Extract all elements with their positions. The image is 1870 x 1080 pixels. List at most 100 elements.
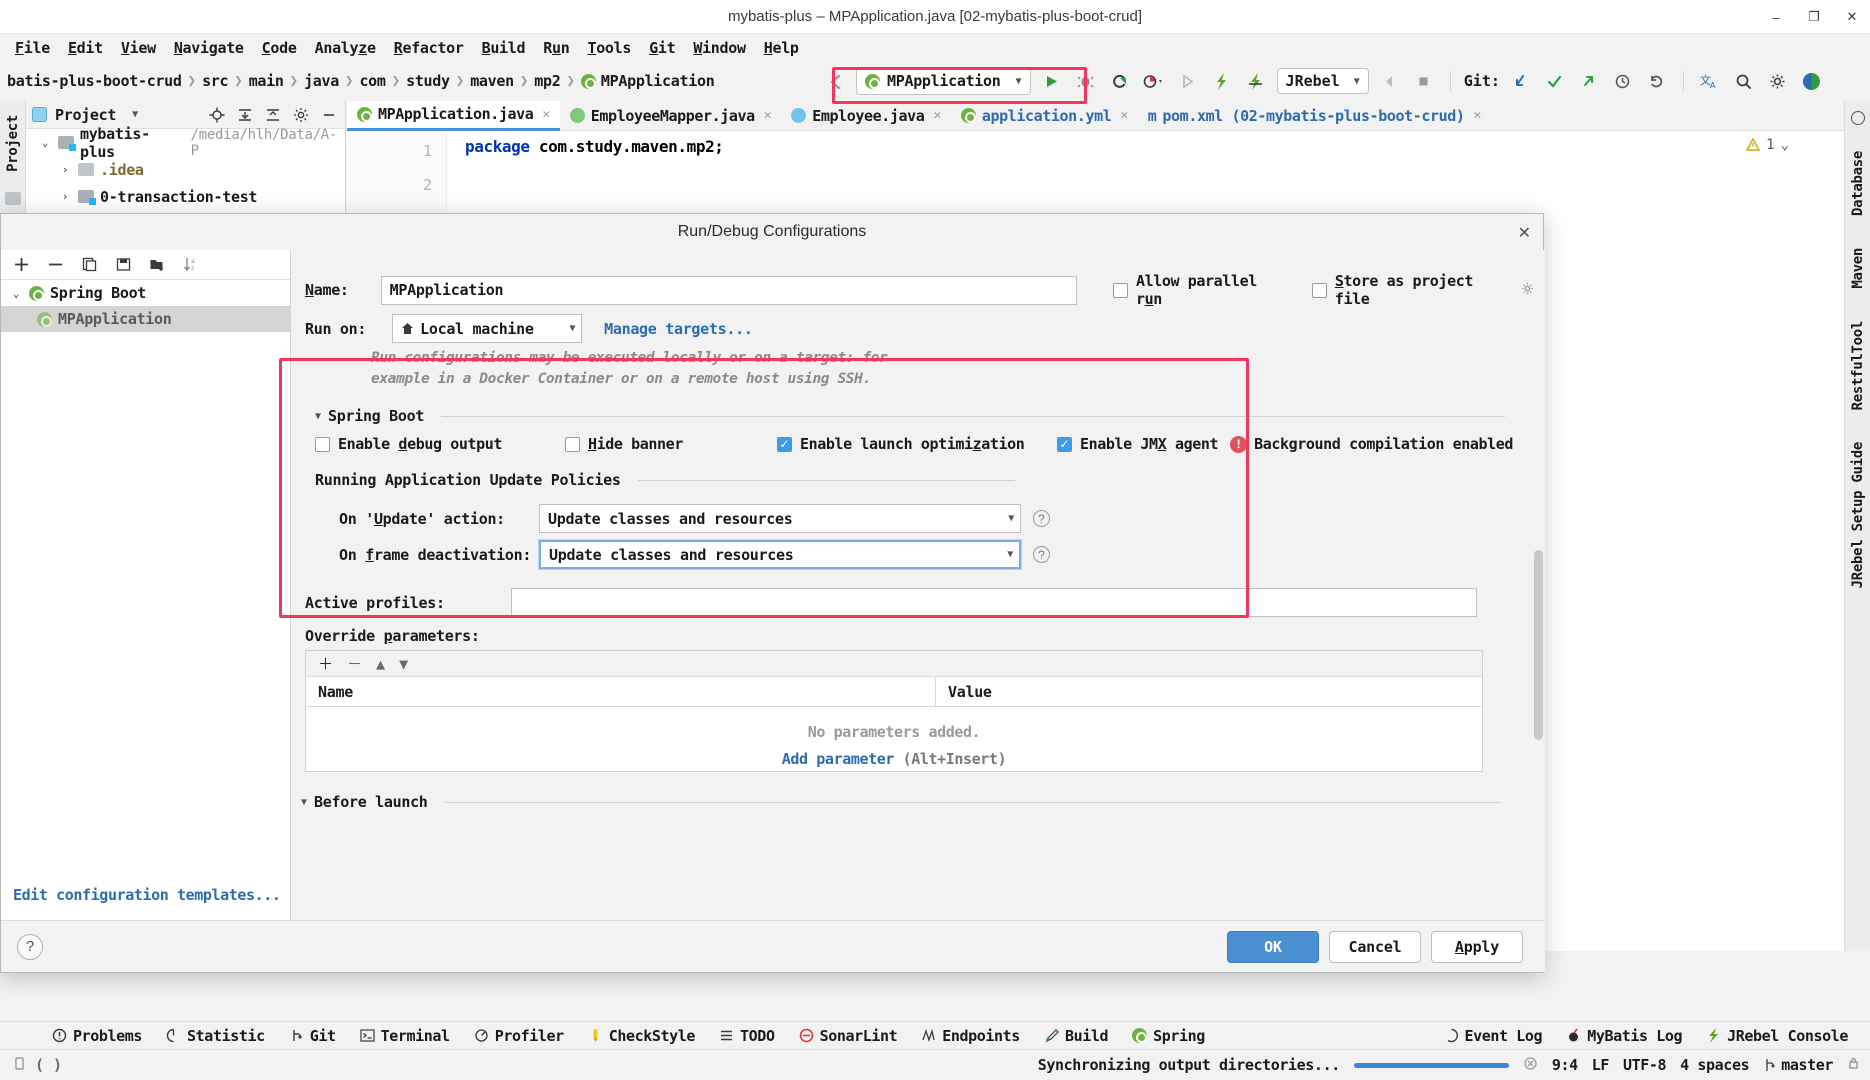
- expand-all-icon[interactable]: [235, 105, 255, 125]
- checkbox-box[interactable]: [565, 436, 580, 452]
- tool-window-spring[interactable]: Spring: [1120, 1027, 1217, 1045]
- ok-button[interactable]: OK: [1227, 930, 1319, 963]
- dialog-close-icon[interactable]: ✕: [1518, 223, 1531, 243]
- project-tree-row-transaction-test[interactable]: › 0-transaction-test: [26, 183, 345, 210]
- editor-tab-pom-xml[interactable]: m pom.xml (02-mybatis-plus-boot-crud) ✕: [1138, 101, 1491, 131]
- tool-window-event-log[interactable]: Event Log: [1432, 1027, 1555, 1045]
- menu-file[interactable]: File: [6, 37, 59, 59]
- git-history-icon[interactable]: [1610, 68, 1636, 94]
- breadcrumb-item-5[interactable]: study: [401, 72, 455, 90]
- tool-window-endpoints[interactable]: Endpoints: [909, 1027, 1032, 1045]
- name-input[interactable]: MPApplication: [380, 275, 1077, 305]
- stripe-item-jrebel-setup-guide[interactable]: JRebel Setup Guide: [1850, 436, 1866, 594]
- search-icon[interactable]: [1731, 68, 1757, 94]
- stripe-item-restfultool[interactable]: RestfulTool: [1850, 315, 1866, 416]
- menu-help[interactable]: Help: [755, 37, 808, 59]
- form-scrollbar-thumb[interactable]: [1534, 550, 1543, 740]
- line-separator[interactable]: LF: [1592, 1056, 1610, 1074]
- on-update-action-combo[interactable]: Update classes and resources ▼: [539, 504, 1021, 533]
- project-tree-row-mybatis-plus[interactable]: ⌄ mybatis-plus /media/hlh/Data/A-P: [26, 125, 345, 161]
- translate-icon[interactable]: 文A: [1697, 68, 1723, 94]
- tool-window-profiler[interactable]: Profiler: [462, 1027, 576, 1045]
- config-tree-spring-boot[interactable]: ⌄ Spring Boot: [1, 280, 290, 306]
- stripe-item-maven[interactable]: Maven: [1850, 242, 1866, 295]
- tool-window-terminal[interactable]: Terminal: [348, 1027, 462, 1045]
- spring-boot-section-header[interactable]: ▼ Spring Boot: [315, 407, 1505, 425]
- updates-icon[interactable]: [1799, 68, 1825, 94]
- menu-git[interactable]: Git: [640, 37, 684, 59]
- tool-window-problems[interactable]: Problems: [40, 1027, 154, 1045]
- breadcrumb-item-8[interactable]: MPApplication: [576, 72, 720, 90]
- editor-tab-employeemapper[interactable]: EmployeeMapper.java ✕: [560, 101, 781, 131]
- save-icon[interactable]: [113, 255, 133, 275]
- breadcrumb-item-0[interactable]: batis-plus-boot-crud: [2, 72, 187, 90]
- close-icon[interactable]: ✕: [1844, 9, 1860, 25]
- tool-window-build[interactable]: Build: [1032, 1027, 1120, 1045]
- checkbox-box[interactable]: [315, 436, 330, 452]
- menu-edit[interactable]: Edit: [59, 37, 112, 59]
- checkbox-box[interactable]: [1057, 436, 1072, 452]
- add-parameter-link[interactable]: Add parameter: [782, 750, 895, 768]
- run-on-combo[interactable]: Local machine ▼: [392, 314, 583, 343]
- brackets-icon[interactable]: ( ): [35, 1056, 62, 1074]
- breadcrumb-item-7[interactable]: mp2: [529, 72, 565, 90]
- gear-icon[interactable]: [1765, 68, 1791, 94]
- menu-navigate[interactable]: Navigate: [165, 37, 253, 59]
- checkbox-box[interactable]: [1311, 282, 1327, 298]
- mobile-icon[interactable]: [12, 1056, 27, 1075]
- chevron-down-icon[interactable]: ⌄: [9, 287, 23, 300]
- chevron-down-icon[interactable]: ⌄: [38, 136, 52, 149]
- tool-window-todo[interactable]: TODO: [707, 1027, 787, 1045]
- on-frame-deactivation-combo[interactable]: Update classes and resources ▼: [539, 540, 1021, 569]
- enable-launch-optimization-checkbox[interactable]: Enable launch optimization: [777, 435, 1057, 453]
- breadcrumb-item-2[interactable]: main: [244, 72, 289, 90]
- editor-tab-mpapplication[interactable]: MPApplication.java ✕: [347, 100, 560, 131]
- back-arrow-icon[interactable]: [822, 68, 848, 94]
- caret-position[interactable]: 9:4: [1552, 1056, 1578, 1074]
- allow-parallel-run-checkbox[interactable]: Allow parallel run: [1113, 272, 1286, 308]
- run-icon[interactable]: [1039, 68, 1065, 94]
- help-button[interactable]: ?: [17, 933, 43, 960]
- git-revert-icon[interactable]: [1644, 68, 1670, 94]
- hide-banner-checkbox[interactable]: Hide banner: [565, 435, 777, 453]
- tool-window-checkstyle[interactable]: CheckStyle: [576, 1027, 707, 1045]
- run-configuration-selector[interactable]: MPApplication ▼: [856, 67, 1031, 95]
- lock-icon[interactable]: [1847, 1056, 1860, 1074]
- add-icon[interactable]: [11, 255, 31, 275]
- project-tree-row-idea[interactable]: › .idea: [26, 156, 345, 183]
- rerun-icon[interactable]: [1175, 68, 1201, 94]
- tool-window-statistic[interactable]: Statistic: [154, 1027, 277, 1045]
- menu-analyze[interactable]: Analyze: [306, 37, 385, 59]
- tool-window-mybatis-log[interactable]: MyBatis Log: [1554, 1027, 1694, 1045]
- menu-refactor[interactable]: Refactor: [385, 37, 473, 59]
- hide-icon[interactable]: [319, 105, 339, 125]
- indent-setting[interactable]: 4 spaces: [1680, 1056, 1749, 1074]
- menu-view[interactable]: View: [112, 37, 165, 59]
- menu-run[interactable]: Run: [534, 37, 578, 59]
- chevron-down-icon[interactable]: ⌄: [1781, 137, 1789, 153]
- tool-window-jrebel-console[interactable]: JRebel Console: [1694, 1027, 1860, 1045]
- add-icon[interactable]: ＋: [318, 653, 333, 674]
- move-down-icon[interactable]: ▼: [399, 655, 408, 673]
- menu-tools[interactable]: Tools: [578, 37, 640, 59]
- restore-icon[interactable]: ❐: [1806, 9, 1822, 25]
- breadcrumb-item-3[interactable]: java: [299, 72, 344, 90]
- editor-tab-application-yml[interactable]: application.yml ✕: [951, 101, 1138, 131]
- collapse-all-icon[interactable]: [263, 105, 283, 125]
- checkbox-box[interactable]: [1113, 282, 1128, 298]
- copy-icon[interactable]: [79, 255, 99, 275]
- code-line-1[interactable]: package com.study.maven.mp2;: [465, 137, 724, 156]
- breadcrumb-item-1[interactable]: src: [197, 72, 233, 90]
- store-as-project-file-checkbox[interactable]: Store as project file: [1311, 272, 1535, 308]
- git-commit-icon[interactable]: [1542, 68, 1568, 94]
- close-icon[interactable]: ✕: [1120, 108, 1128, 123]
- cancel-button[interactable]: Cancel: [1329, 930, 1421, 963]
- stop-icon[interactable]: [1411, 68, 1437, 94]
- stripe-item-project[interactable]: Project: [5, 109, 21, 178]
- help-icon[interactable]: ?: [1033, 546, 1050, 563]
- breadcrumb-item-4[interactable]: com: [354, 72, 390, 90]
- remove-icon[interactable]: －: [347, 653, 362, 674]
- chevron-right-icon[interactable]: ›: [58, 190, 72, 203]
- breadcrumb-item-6[interactable]: maven: [465, 72, 519, 90]
- remove-icon[interactable]: [45, 255, 65, 275]
